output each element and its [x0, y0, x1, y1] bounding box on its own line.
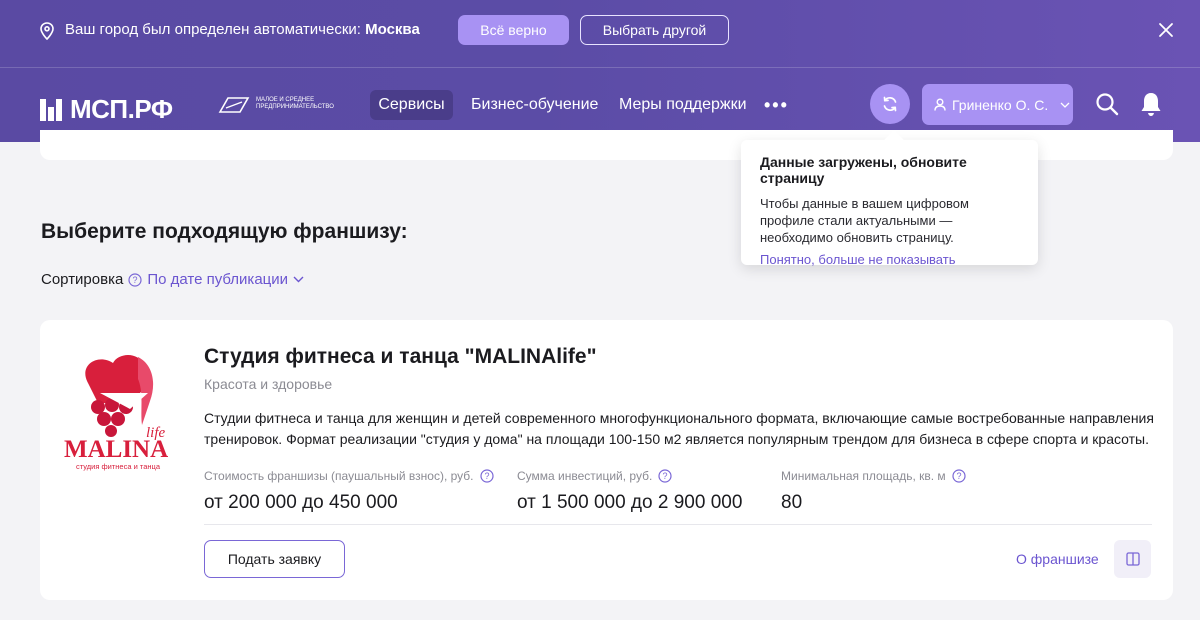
confirm-city-button[interactable]: Всё верно [458, 15, 569, 45]
sort-label: Сортировка [41, 271, 124, 288]
apply-button[interactable]: Подать заявку [204, 540, 345, 578]
sort-dropdown[interactable]: По дате публикации [147, 271, 288, 288]
investment-metric: Сумма инвестиций, руб. ? от 1 500 000 до… [517, 468, 742, 514]
city-detection-text: Ваш город был определен автоматически: М… [65, 21, 420, 38]
bell-icon[interactable] [1140, 91, 1162, 117]
svg-text:?: ? [133, 275, 138, 285]
card-divider [204, 524, 1152, 525]
close-icon[interactable] [1158, 22, 1174, 38]
nav-support-measures[interactable]: Меры поддержки [619, 90, 747, 120]
city-detection-bar: Ваш город был определен автоматически: М… [0, 0, 1200, 60]
help-icon[interactable]: ? [952, 469, 966, 483]
nav-more-menu[interactable]: ••• [764, 90, 789, 120]
help-icon[interactable]: ? [658, 469, 672, 483]
detected-city: Москва [365, 21, 420, 38]
franchise-fee-metric: Стоимость франшизы (паушальный взнос), р… [204, 468, 494, 514]
tooltip-body: Чтобы данные в вашем цифровом профиле ст… [760, 196, 969, 245]
location-pin-icon [40, 22, 54, 40]
min-area-metric: Минимальная площадь, кв. м ? 80 [781, 468, 966, 514]
sort-control: Сортировка ? По дате публикации [41, 271, 304, 288]
site-logo[interactable]: МСП.РФ [40, 94, 173, 125]
chevron-down-icon [1060, 102, 1070, 108]
site-header: Ваш город был определен автоматически: М… [0, 0, 1200, 142]
svg-text:?: ? [484, 471, 489, 481]
compare-button[interactable] [1114, 540, 1151, 578]
partner-mark-icon [218, 97, 250, 113]
svg-text:?: ? [663, 471, 668, 481]
search-icon[interactable] [1095, 92, 1119, 116]
franchise-card: life MALINA студия фитнеса и танца Студи… [40, 320, 1173, 600]
logo-bars-icon [40, 98, 64, 121]
refresh-button[interactable] [870, 84, 910, 124]
logo-text: МСП.РФ [70, 94, 173, 124]
nav-services[interactable]: Сервисы [370, 90, 453, 120]
choose-other-city-button[interactable]: Выбрать другой [580, 15, 729, 45]
franchise-logo[interactable]: life MALINA студия фитнеса и танца [58, 345, 178, 475]
about-franchise-link[interactable]: О франшизе [1016, 551, 1099, 567]
user-name: Гриненко О. С. [952, 96, 1049, 113]
chevron-down-icon[interactable] [293, 276, 304, 283]
help-icon[interactable]: ? [128, 272, 142, 287]
svg-text:?: ? [956, 471, 961, 481]
metric-label: Минимальная площадь, кв. м [781, 469, 946, 483]
metric-value: от 1 500 000 до 2 900 000 [517, 492, 743, 513]
svg-text:MALINA: MALINA [64, 436, 168, 463]
refresh-icon [883, 96, 897, 112]
metric-value: 80 [781, 492, 803, 513]
page-title: Выберите подходящую франшизу: [41, 220, 408, 243]
franchise-description: Студии фитнеса и танца для женщин и дете… [204, 410, 1154, 447]
header-divider [0, 67, 1200, 68]
partner-text: Малое и среднее предпринимательство [256, 97, 334, 110]
metric-label: Стоимость франшизы (паушальный взнос), р… [204, 469, 474, 483]
compare-icon [1125, 552, 1140, 566]
user-profile-button[interactable]: Гриненко О. С. [922, 84, 1073, 125]
user-icon [934, 98, 946, 111]
data-loaded-tooltip: Данные загружены, обновите страницу Чтоб… [741, 140, 1038, 267]
franchise-title[interactable]: Студия фитнеса и танца "MALINAlife" [204, 345, 597, 369]
dont-show-again-link[interactable]: Понятно, больше не показывать [760, 252, 1019, 267]
svg-text:студия фитнеса и танца: студия фитнеса и танца [76, 462, 161, 471]
partner-logo[interactable]: Малое и среднее предпринимательство [218, 94, 366, 114]
tooltip-title: Данные загружены, обновите страницу [760, 154, 967, 186]
franchise-category: Красота и здоровье [204, 376, 333, 392]
metric-label: Сумма инвестиций, руб. [517, 469, 653, 483]
metric-value: от 200 000 до 450 000 [204, 492, 398, 513]
help-icon[interactable]: ? [479, 469, 494, 483]
nav-business-education[interactable]: Бизнес-обучение [471, 90, 598, 120]
